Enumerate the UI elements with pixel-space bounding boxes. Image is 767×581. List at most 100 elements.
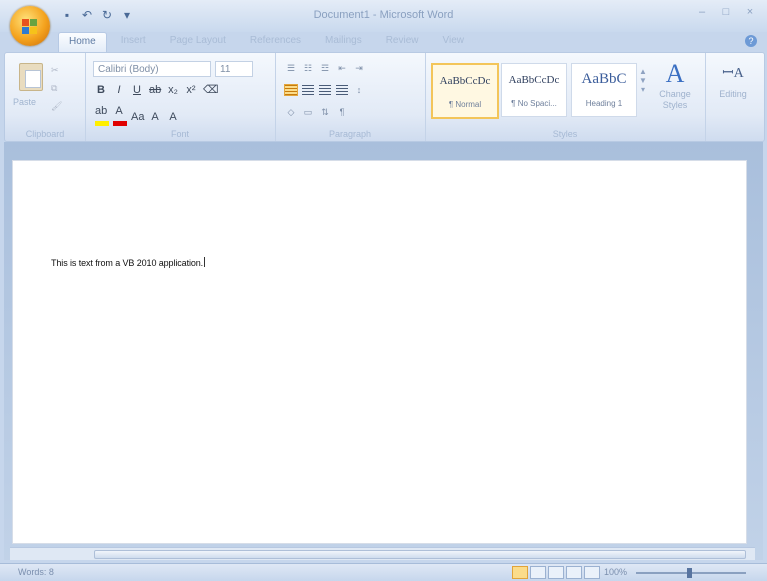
style-heading-1-name: Heading 1 (585, 99, 623, 108)
tab-mailings[interactable]: Mailings (315, 32, 372, 52)
paragraph-group-label: Paragraph (328, 129, 372, 139)
font-name-combobox[interactable]: Calibri (Body) (93, 61, 211, 77)
shrink-font-icon[interactable]: A (167, 111, 179, 123)
italic-button[interactable]: I (113, 84, 125, 96)
clear-format-icon[interactable]: ⌫ (203, 83, 219, 96)
style-heading-1-sample: AaBbC (581, 71, 627, 87)
styles-group: AaBbCcDc ¶ Normal AaBbCcDc ¶ No Spaci...… (425, 53, 706, 141)
style-no-spacing[interactable]: AaBbCcDc ¶ No Spaci... (501, 63, 567, 117)
tab-home[interactable]: Home (58, 32, 107, 52)
bullets-icon[interactable]: ☰ (285, 63, 297, 73)
change-styles-icon: A (665, 59, 685, 88)
numbering-icon[interactable]: ☷ (302, 63, 314, 73)
shading-icon[interactable]: ◇ (285, 107, 297, 117)
clipboard-group-label: Clipboard (25, 129, 65, 139)
ribbon: Paste ✂ ⧉ 🖌 Clipboard Calibri (Body) 11 … (4, 52, 765, 142)
word-window: ▪ ↶ ↻ ▾ Document1 - Microsoft Word – □ ×… (0, 0, 767, 581)
clipboard-group: Paste ✂ ⧉ 🖌 Clipboard (5, 53, 86, 141)
help-icon[interactable]: ? (745, 35, 757, 47)
style-heading-1[interactable]: AaBbC Heading 1 (571, 63, 637, 117)
alignment-row: ↕ (284, 84, 365, 96)
document-text-line[interactable]: This is text from a VB 2010 application. (51, 257, 206, 268)
strikethrough-button[interactable]: ab (149, 84, 161, 96)
align-center-icon[interactable] (302, 85, 314, 95)
status-bar: Words: 8 100% (0, 563, 767, 581)
font-color-icon[interactable]: A (113, 105, 127, 129)
underline-button[interactable]: U (131, 84, 143, 96)
styles-gallery-scroll-icon[interactable]: ▲ ▼ ▾ (639, 67, 647, 107)
print-layout-view-icon[interactable] (512, 566, 528, 579)
bold-button[interactable]: B (95, 84, 107, 96)
clipboard-icon (19, 63, 43, 91)
horizontal-scrollbar-thumb[interactable] (94, 550, 746, 559)
sort-icon[interactable]: ⇅ (319, 107, 331, 117)
horizontal-scrollbar[interactable] (10, 547, 755, 560)
font-group-label: Font (170, 129, 189, 139)
outline-view-icon[interactable] (566, 566, 582, 579)
line-spacing-icon[interactable]: ↕ (353, 85, 365, 95)
paste-label: Paste (13, 97, 37, 107)
font-size-combobox[interactable]: 11 (215, 61, 253, 77)
style-normal-name: ¶ Normal (448, 100, 482, 109)
multilevel-list-icon[interactable]: ☲ (319, 63, 331, 73)
zoom-slider-thumb[interactable] (687, 568, 692, 578)
decrease-indent-icon[interactable]: ⇤ (336, 63, 348, 73)
change-case-icon[interactable]: Aa (131, 111, 144, 123)
ribbon-tabs: Home Insert Page Layout References Maili… (58, 32, 474, 52)
paragraph-group: ☰ ☷ ☲ ⇤ ⇥ ↕ ◇ ▭ ⇅ ¶ Paragraph (275, 53, 426, 141)
editing-button[interactable]: ꟷA Editing (709, 59, 757, 129)
title-bar: ▪ ↶ ↻ ▾ Document1 - Microsoft Word – □ × (0, 0, 767, 32)
full-screen-view-icon[interactable] (530, 566, 546, 579)
superscript-button[interactable]: x² (185, 84, 197, 96)
paste-button[interactable]: Paste (11, 59, 45, 111)
window-controls: – □ × (691, 4, 761, 20)
show-formatting-icon[interactable]: ¶ (336, 107, 348, 117)
view-buttons (512, 566, 600, 579)
copy-icon[interactable]: ⧉ (51, 83, 63, 93)
tab-page-layout[interactable]: Page Layout (160, 32, 236, 52)
style-normal-sample: AaBbCcDc (439, 75, 491, 87)
font-format-row: B I U ab x₂ x² ⌫ (95, 83, 219, 97)
maximize-button[interactable]: □ (715, 4, 737, 20)
borders-icon[interactable]: ▭ (302, 107, 314, 117)
list-row: ☰ ☷ ☲ ⇤ ⇥ (285, 63, 365, 73)
draft-view-icon[interactable] (584, 566, 600, 579)
document-text: This is text from a VB 2010 application. (51, 258, 204, 268)
tab-view[interactable]: View (433, 32, 475, 52)
close-button[interactable]: × (739, 4, 761, 20)
document-page[interactable]: This is text from a VB 2010 application. (12, 160, 747, 544)
web-layout-view-icon[interactable] (548, 566, 564, 579)
minimize-button[interactable]: – (691, 4, 713, 20)
style-no-spacing-sample: AaBbCcDc (508, 74, 560, 86)
grow-font-icon[interactable]: A (149, 111, 161, 123)
tab-review[interactable]: Review (376, 32, 429, 52)
style-normal[interactable]: AaBbCcDc ¶ Normal (431, 63, 499, 119)
align-right-icon[interactable] (319, 85, 331, 95)
subscript-button[interactable]: x₂ (167, 84, 179, 96)
format-painter-icon[interactable]: 🖌 (51, 101, 63, 111)
editing-group: ꟷA Editing (705, 53, 763, 141)
font-color-row: ab A Aa A A (95, 105, 179, 129)
text-cursor (204, 257, 206, 267)
office-button[interactable] (10, 6, 50, 46)
office-logo-icon (22, 19, 37, 34)
text-highlight-icon[interactable]: ab (95, 105, 109, 129)
align-left-icon[interactable] (284, 84, 298, 96)
document-area: This is text from a VB 2010 application. (4, 142, 763, 560)
binoculars-icon: ꟷA (722, 66, 744, 81)
editing-label: Editing (719, 89, 747, 99)
increase-indent-icon[interactable]: ⇥ (353, 63, 365, 73)
shading-row: ◇ ▭ ⇅ ¶ (285, 107, 348, 117)
style-no-spacing-name: ¶ No Spaci... (511, 99, 557, 108)
window-title: Document1 - Microsoft Word (313, 9, 454, 21)
justify-icon[interactable] (336, 85, 348, 95)
font-group: Calibri (Body) 11 B I U ab x₂ x² ⌫ ab A … (85, 53, 276, 141)
tab-references[interactable]: References (240, 32, 311, 52)
tab-insert[interactable]: Insert (111, 32, 156, 52)
change-styles-label: Change Styles (659, 89, 691, 110)
cut-icon[interactable]: ✂ (51, 65, 63, 75)
change-styles-button[interactable]: A Change Styles (651, 59, 699, 129)
zoom-level[interactable]: 100% (604, 567, 627, 577)
styles-group-label: Styles (552, 129, 578, 139)
status-word-count[interactable]: Words: 8 (18, 567, 54, 577)
